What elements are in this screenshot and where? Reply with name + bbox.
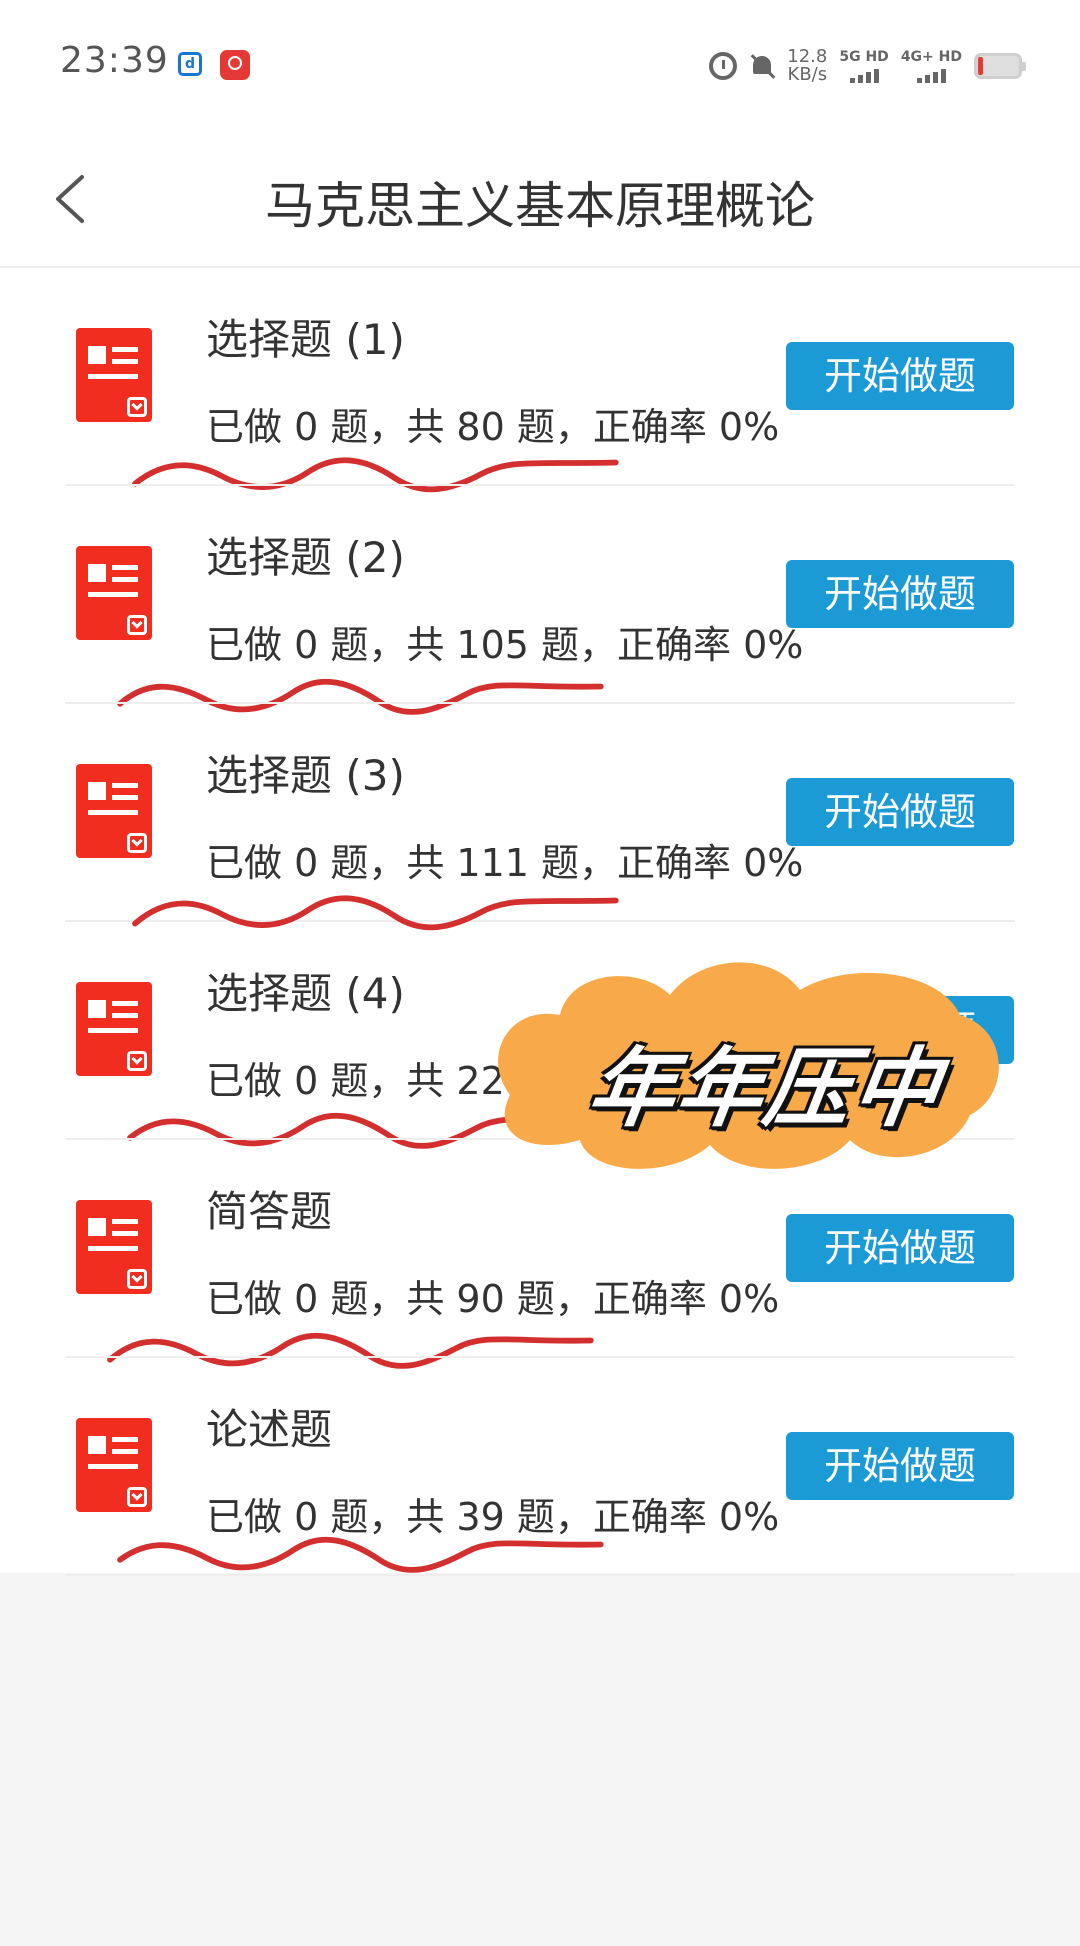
status-icons: 12.8 KB/s 5G HD 4G+ HD [709, 46, 1026, 86]
battery-icon [974, 53, 1026, 79]
red-squiggle-annotation [117, 1536, 604, 1573]
item-title: 论述题 [206, 1405, 333, 1454]
item-stats: 已做 0 题，共 22 [206, 1059, 505, 1103]
list-item: 选择题 (3) 已做 0 题，共 111 题，正确率 0% 开始做题 [0, 704, 1080, 922]
page-title: 马克思主义基本原理概论 [265, 177, 815, 235]
signal-bars-icon [849, 67, 879, 83]
item-stats: 已做 0 题，共 39 题，正确率 0% [206, 1495, 780, 1539]
document-icon [76, 982, 152, 1076]
start-button[interactable]: 开始做题 [786, 778, 1014, 846]
signal-4g: 4G+ HD [901, 50, 962, 83]
app-notification-icon: d [178, 52, 202, 76]
item-title: 选择题 (2) [206, 533, 405, 582]
item-stats: 已做 0 题，共 105 题，正确率 0% [206, 623, 804, 667]
start-button[interactable]: 开始做题 [786, 1214, 1014, 1282]
divider [65, 1574, 1015, 1576]
document-icon [76, 764, 152, 858]
document-icon [76, 1200, 152, 1294]
status-bar: 23:39 d 12.8 KB/s 5G HD 4G+ HD [0, 0, 1080, 130]
signal-bars-icon [916, 67, 946, 83]
signal-4g-label: 4G+ HD [900, 48, 962, 65]
network-speed: 12.8 KB/s [787, 48, 827, 84]
network-speed-unit: KB/s [787, 64, 828, 85]
start-button[interactable]: 开始做题 [786, 560, 1014, 628]
document-icon [76, 328, 152, 422]
item-stats: 已做 0 题，共 90 题，正确率 0% [206, 1277, 780, 1321]
mute-bell-icon [749, 53, 775, 79]
item-title: 选择题 (3) [206, 751, 405, 800]
signal-5g: 5G HD [839, 48, 889, 83]
start-button[interactable]: 开始做题 [786, 1432, 1014, 1500]
document-icon [76, 1418, 152, 1512]
status-time: 23:39 [60, 40, 169, 81]
item-stats: 已做 0 题，共 80 题，正确率 0% [206, 405, 780, 449]
list-item: 论述题 已做 0 题，共 39 题，正确率 0% 开始做题 [0, 1358, 1080, 1576]
document-icon [76, 546, 152, 640]
item-stats: 已做 0 题，共 111 题，正确率 0% [206, 841, 804, 885]
item-title: 简答题 [206, 1187, 333, 1236]
list-item: 选择题 (1) 已做 0 题，共 80 题，正确率 0% 开始做题 [0, 268, 1080, 493]
signal-5g-label: 5G HD [839, 48, 889, 65]
app-header: 马克思主义基本原理概论 [0, 130, 1080, 268]
sticker-text: 年年压中 [581, 1039, 948, 1139]
app-notification-icon-2 [220, 50, 250, 80]
red-squiggle-annotation [132, 895, 619, 931]
item-title: 选择题 (1) [206, 315, 405, 364]
list-item: 选择题 (2) 已做 0 题，共 105 题，正确率 0% 开始做题 [0, 486, 1080, 715]
alarm-icon [709, 52, 738, 80]
start-button[interactable]: 开始做题 [786, 342, 1014, 410]
question-set-list: 选择题 (1) 已做 0 题，共 80 题，正确率 0% 开始做题 选择题 (2… [0, 268, 1080, 1576]
item-title: 选择题 (4) [206, 969, 405, 1018]
